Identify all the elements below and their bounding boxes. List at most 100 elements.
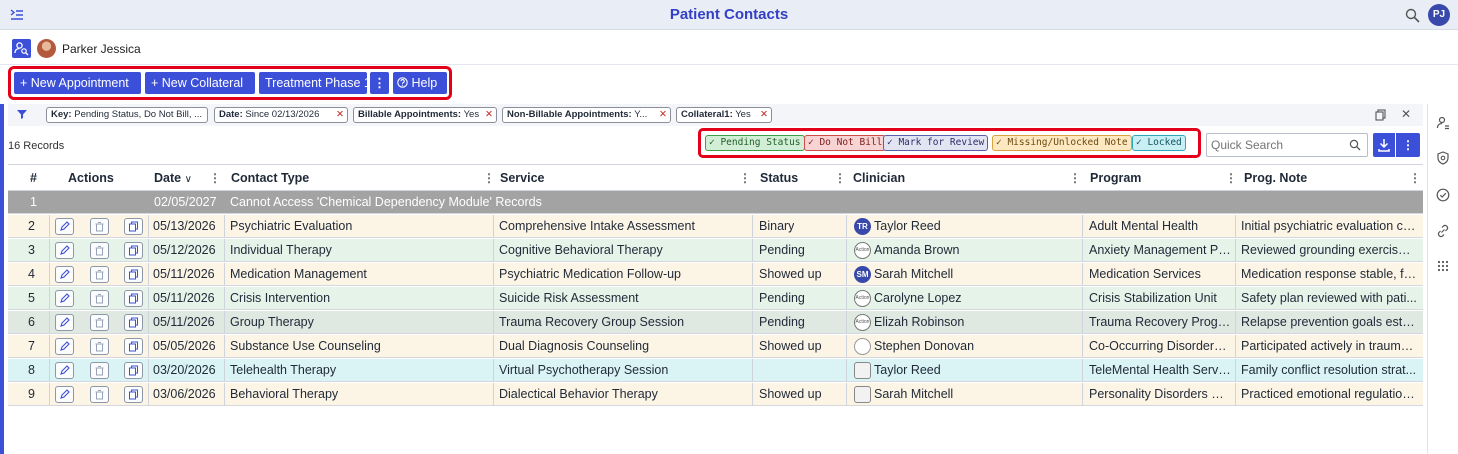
edit-button[interactable] xyxy=(55,266,74,283)
row-program: Personality Disorders Program xyxy=(1089,387,1231,401)
legend-mark-for-review[interactable]: ✓ Mark for Review xyxy=(883,135,989,151)
clear-filters-icon[interactable]: ✕ xyxy=(1401,107,1411,121)
column-header-prog-note[interactable]: Prog. Note xyxy=(1244,165,1307,191)
table-row[interactable]: 8 03/20/2026 Telehealth Therapy Virtual Psy… xyxy=(8,359,1423,382)
copy-button[interactable] xyxy=(124,362,143,379)
filter-chip-key[interactable]: Key: Pending Status, Do Not Bill, ... xyxy=(46,107,208,123)
row-status: Pending xyxy=(759,243,805,257)
search-icon[interactable] xyxy=(1349,139,1361,151)
column-menu-icon[interactable]: ⋮ xyxy=(483,171,495,185)
download-button[interactable] xyxy=(1373,133,1395,157)
remove-filter-icon[interactable]: ✕ xyxy=(659,108,667,122)
column-header-actions: Actions xyxy=(68,171,114,185)
column-header-service[interactable]: Service xyxy=(500,165,544,191)
table-row[interactable]: 6 05/11/2026 Group Therapy Trauma Recovery … xyxy=(8,311,1423,334)
remove-filter-icon[interactable]: ✕ xyxy=(336,108,344,122)
row-prog-note: Reviewed grounding exercises ... xyxy=(1241,243,1417,257)
delete-button[interactable] xyxy=(90,242,109,259)
filter-chip-label: Date: xyxy=(219,109,243,120)
table-row[interactable]: 7 05/05/2026 Substance Use Counseling Dual … xyxy=(8,335,1423,358)
edit-button[interactable] xyxy=(55,362,74,379)
grid-options-button[interactable]: ⋮ xyxy=(1396,133,1420,157)
table-row[interactable]: 9 03/06/2026 Behavioral Therapy Dialectical… xyxy=(8,383,1423,406)
filter-chip-non-billable[interactable]: Non-Billable Appointments: Y... ✕ xyxy=(502,107,671,123)
link-icon[interactable] xyxy=(1436,224,1450,238)
delete-button[interactable] xyxy=(90,338,109,355)
sort-chevron-icon[interactable]: ∨ xyxy=(185,174,192,185)
copy-button[interactable] xyxy=(124,290,143,307)
filter-chip-billable[interactable]: Billable Appointments: Yes ✕ xyxy=(353,107,497,123)
person-settings-icon[interactable] xyxy=(1436,116,1450,130)
delete-button[interactable] xyxy=(90,386,109,403)
row-status: Showed up xyxy=(759,387,822,401)
edit-button[interactable] xyxy=(55,314,74,331)
delete-button[interactable] xyxy=(90,314,109,331)
shield-icon[interactable] xyxy=(1436,151,1450,165)
app-grid-icon[interactable] xyxy=(1436,259,1450,273)
column-menu-icon[interactable]: ⋮ xyxy=(739,171,751,185)
edit-button[interactable] xyxy=(55,386,74,403)
clinician-avatar: TR xyxy=(854,218,871,235)
treatment-phase-button[interactable]: Treatment Phase 1 xyxy=(259,72,371,94)
legend-pending-status[interactable]: ✓ Pending Status xyxy=(705,135,805,151)
row-prog-note: Relapse prevention goals esta... xyxy=(1241,315,1417,329)
copy-button[interactable] xyxy=(124,218,143,235)
legend-do-not-bill[interactable]: ✓ Do Not Bill xyxy=(804,135,887,151)
delete-button[interactable] xyxy=(90,266,109,283)
column-menu-icon[interactable]: ⋮ xyxy=(1409,171,1421,185)
filter-chip-collateral[interactable]: Collateral1: Yes ✕ xyxy=(676,107,772,123)
table-row[interactable]: 3 05/12/2026 Individual Therapy Cognitive B… xyxy=(8,239,1423,262)
check-circle-icon[interactable] xyxy=(1436,188,1450,202)
edit-button[interactable] xyxy=(55,218,74,235)
row-prog-note: Medication response stable, fo... xyxy=(1241,267,1417,281)
remove-filter-icon[interactable]: ✕ xyxy=(485,108,493,122)
column-menu-icon[interactable]: ⋮ xyxy=(209,171,221,185)
legend-missing-unlocked-note[interactable]: ✓ Missing/Unlocked Note xyxy=(992,135,1132,151)
row-program: Anxiety Management Program xyxy=(1089,243,1231,257)
filter-icon[interactable] xyxy=(16,108,28,120)
delete-button[interactable] xyxy=(90,362,109,379)
column-menu-icon[interactable]: ⋮ xyxy=(834,171,846,185)
column-menu-icon[interactable]: ⋮ xyxy=(1225,171,1237,185)
legend-locked[interactable]: ✓ Locked xyxy=(1132,135,1186,151)
row-clinician: Stephen Donovan xyxy=(874,339,975,353)
row-contact-type: Psychiatric Evaluation xyxy=(230,219,353,233)
edit-button[interactable] xyxy=(55,338,74,355)
row-date: 05/13/2026 xyxy=(153,219,216,233)
copy-button[interactable] xyxy=(124,242,143,259)
column-header-date[interactable]: Date ∨ xyxy=(154,165,192,191)
help-button[interactable]: Help xyxy=(393,72,447,94)
edit-button[interactable] xyxy=(55,242,74,259)
edit-button[interactable] xyxy=(55,290,74,307)
search-icon[interactable] xyxy=(1405,8,1420,23)
row-status: Binary xyxy=(759,219,795,233)
column-header-clinician[interactable]: Clinician xyxy=(853,165,905,191)
table-row[interactable]: 2 05/13/2026 Psychiatric Evaluation Compreh… xyxy=(8,215,1423,238)
delete-button[interactable] xyxy=(90,218,109,235)
clinician-avatar: Action xyxy=(854,242,871,259)
new-appointment-button[interactable]: + New Appointment xyxy=(14,72,141,94)
table-row[interactable]: 5 05/11/2026 Crisis Intervention Suicide Ri… xyxy=(8,287,1423,310)
column-header-contact-type[interactable]: Contact Type xyxy=(231,165,309,191)
copy-button[interactable] xyxy=(124,266,143,283)
column-menu-icon[interactable]: ⋮ xyxy=(1069,171,1081,185)
copy-button[interactable] xyxy=(124,314,143,331)
more-options-button[interactable]: ⋮ xyxy=(370,72,389,94)
delete-button[interactable] xyxy=(90,290,109,307)
new-collateral-button[interactable]: + New Collateral xyxy=(145,72,255,94)
column-header-status[interactable]: Status xyxy=(760,165,798,191)
clinician-avatar: Action xyxy=(854,290,871,307)
copy-filters-icon[interactable] xyxy=(1375,109,1387,121)
remove-filter-icon[interactable]: ✕ xyxy=(760,108,768,122)
column-header-program[interactable]: Program xyxy=(1090,165,1141,191)
row-prog-note: Initial psychiatric evaluation co... xyxy=(1241,219,1417,233)
patient-name: Parker Jessica xyxy=(62,42,141,56)
row-number: 2 xyxy=(28,219,35,233)
user-avatar[interactable]: PJ xyxy=(1428,4,1450,26)
patient-search-button[interactable] xyxy=(12,39,31,58)
filter-chip-date[interactable]: Date: Since 02/13/2026 ✕ xyxy=(214,107,348,123)
table-row[interactable]: 4 05/11/2026 Medication Management Psychiat… xyxy=(8,263,1423,286)
quick-search-input[interactable] xyxy=(1211,135,1331,155)
copy-button[interactable] xyxy=(124,386,143,403)
copy-button[interactable] xyxy=(124,338,143,355)
